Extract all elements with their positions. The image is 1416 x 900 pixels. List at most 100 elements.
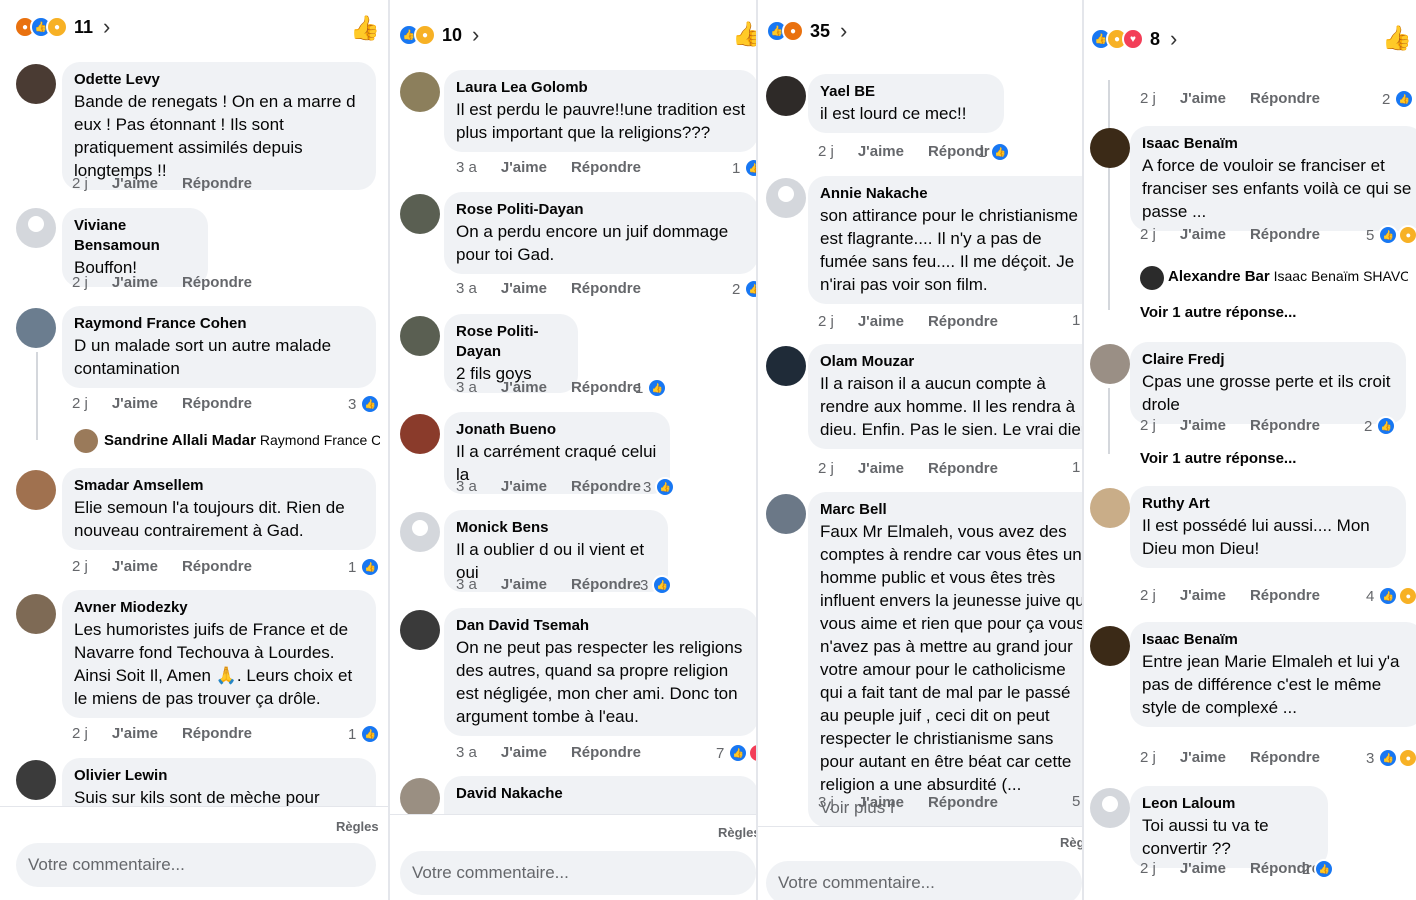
- like-link[interactable]: J'aime: [1180, 749, 1226, 766]
- comment-reactions[interactable]: 3 👍: [348, 394, 381, 414]
- comment-author[interactable]: Raymond France Cohen: [74, 314, 364, 334]
- like-link[interactable]: J'aime: [112, 175, 158, 192]
- comment-author[interactable]: Laura Lea Golomb: [456, 78, 746, 98]
- comment-time[interactable]: 3 a: [456, 478, 477, 495]
- reply-link[interactable]: Répondre: [182, 175, 252, 192]
- comment-author[interactable]: Odette Levy: [74, 70, 364, 90]
- reply-link[interactable]: Répondre: [928, 313, 998, 330]
- comment-author[interactable]: Viviane Bensamoun: [74, 216, 196, 256]
- comment-author[interactable]: Smadar Amsellem: [74, 476, 364, 496]
- like-link[interactable]: J'aime: [1180, 90, 1226, 107]
- view-more-replies-link[interactable]: Voir 1 autre réponse...: [1140, 304, 1296, 321]
- comment-time[interactable]: 2 j: [72, 395, 88, 412]
- reply-link[interactable]: Répondre: [928, 794, 998, 811]
- comment-reactions[interactable]: 3 👍: [640, 575, 673, 595]
- like-link[interactable]: J'aime: [501, 159, 547, 176]
- like-link[interactable]: J'aime: [501, 379, 547, 396]
- avatar[interactable]: [16, 308, 56, 348]
- avatar[interactable]: [16, 470, 56, 510]
- comment-reactions[interactable]: 1: [1072, 312, 1080, 329]
- comment-time[interactable]: 2 j: [1140, 226, 1156, 243]
- avatar[interactable]: [16, 208, 56, 248]
- thumbs-up-icon[interactable]: 👍: [350, 14, 380, 43]
- avatar[interactable]: [16, 594, 56, 634]
- comment-author[interactable]: Leon Laloum: [1142, 794, 1316, 814]
- comment-reactions[interactable]: 2 👍: [1364, 416, 1397, 436]
- avatar[interactable]: [1090, 788, 1130, 828]
- like-link[interactable]: J'aime: [1180, 226, 1226, 243]
- comment-reactions[interactable]: 4 👍 ●: [1366, 586, 1416, 606]
- like-link[interactable]: J'aime: [112, 274, 158, 291]
- comment-author[interactable]: Monick Bens: [456, 518, 656, 538]
- view-more-replies-link[interactable]: Voir 1 autre réponse...: [1140, 450, 1296, 467]
- avatar[interactable]: [400, 316, 440, 356]
- reply-link[interactable]: Répondre: [571, 744, 641, 761]
- comment-time[interactable]: 2 j: [818, 313, 834, 330]
- comment-time[interactable]: 3 a: [456, 744, 477, 761]
- reply-author[interactable]: Alexandre Bar: [1168, 268, 1270, 285]
- comment-reactions[interactable]: 5 👍 ●: [1366, 225, 1416, 245]
- comment-author[interactable]: Claire Fredj: [1142, 350, 1394, 370]
- rules-link[interactable]: Règles: [718, 825, 756, 840]
- reply-link[interactable]: Répondre: [571, 379, 641, 396]
- comment-author[interactable]: Isaac Benaïm: [1142, 134, 1412, 154]
- comment-reactions[interactable]: 2 👍: [1302, 859, 1335, 879]
- reply-link[interactable]: Répondre: [1250, 587, 1320, 604]
- comment-time[interactable]: 2 j: [72, 274, 88, 291]
- comment-author[interactable]: Rose Politi-Dayan: [456, 200, 746, 220]
- comment-time[interactable]: 3 a: [456, 159, 477, 176]
- chevron-right-icon[interactable]: ›: [472, 22, 479, 48]
- rules-link[interactable]: Règl: [1060, 835, 1082, 850]
- like-link[interactable]: J'aime: [112, 395, 158, 412]
- comment-input[interactable]: Votre commentaire...: [766, 861, 1082, 900]
- reply-link[interactable]: Répondre: [1250, 226, 1320, 243]
- comment-time[interactable]: 3 a: [456, 379, 477, 396]
- comment-reactions[interactable]: 7 👍 ♥: [716, 743, 756, 763]
- comment-time[interactable]: 2 j: [818, 460, 834, 477]
- chevron-right-icon[interactable]: ›: [840, 18, 847, 44]
- reactions-summary[interactable]: 👍 ● 35 ›: [766, 18, 847, 44]
- comment-reactions[interactable]: 1 👍: [348, 724, 381, 744]
- comment-author[interactable]: Ruthy Art: [1142, 494, 1394, 514]
- comment-author[interactable]: Avner Miodezky: [74, 598, 364, 618]
- comment-author[interactable]: Annie Nakache: [820, 184, 1082, 204]
- chevron-right-icon[interactable]: ›: [103, 14, 110, 40]
- rules-link[interactable]: Règles: [336, 819, 379, 834]
- avatar[interactable]: [400, 778, 440, 818]
- avatar[interactable]: [766, 178, 806, 218]
- reply-link[interactable]: Répondre: [182, 274, 252, 291]
- reply-link[interactable]: Répondre: [1250, 90, 1320, 107]
- comment-author[interactable]: Jonath Bueno: [456, 420, 658, 440]
- reply-preview[interactable]: Sandrine Allali Madar Raymond France Coh…: [104, 432, 380, 449]
- avatar[interactable]: [1090, 344, 1130, 384]
- comment-reactions[interactable]: 1 👍: [978, 142, 1011, 162]
- comment-reactions[interactable]: 1 👍: [732, 158, 756, 178]
- like-link[interactable]: J'aime: [1180, 860, 1226, 877]
- comment-reactions[interactable]: 2 👍: [1382, 89, 1415, 109]
- comment-reactions[interactable]: 1 👍: [348, 557, 381, 577]
- comment-reactions[interactable]: 2 👍: [732, 279, 756, 299]
- comment-author[interactable]: Marc Bell: [820, 500, 1082, 520]
- thumbs-up-icon[interactable]: 👍: [1382, 24, 1412, 53]
- comment-time[interactable]: 2 j: [1140, 90, 1156, 107]
- comment-reactions[interactable]: 3 👍 ●: [1366, 748, 1416, 768]
- avatar[interactable]: [1140, 266, 1164, 290]
- like-link[interactable]: J'aime: [501, 576, 547, 593]
- avatar[interactable]: [400, 72, 440, 112]
- reply-preview[interactable]: Alexandre Bar Isaac Benaïm SHAVOUA TOV..…: [1168, 268, 1408, 285]
- reactions-summary[interactable]: ● 👍 ● 11 ›: [14, 14, 110, 40]
- reply-link[interactable]: Répondre: [1250, 417, 1320, 434]
- comment-input[interactable]: Votre commentaire...: [400, 851, 756, 895]
- comment-input[interactable]: Votre commentaire...: [16, 843, 376, 887]
- comment-reactions[interactable]: 3 👍: [643, 477, 676, 497]
- comment-author[interactable]: Dan David Tsemah: [456, 616, 746, 636]
- comment-time[interactable]: 2 j: [1140, 587, 1156, 604]
- like-link[interactable]: J'aime: [1180, 587, 1226, 604]
- avatar[interactable]: [1090, 488, 1130, 528]
- like-link[interactable]: J'aime: [858, 460, 904, 477]
- like-link[interactable]: J'aime: [501, 744, 547, 761]
- avatar[interactable]: [1090, 128, 1130, 168]
- comment-author[interactable]: David Nakache: [456, 784, 746, 804]
- comment-time[interactable]: 2 j: [1140, 749, 1156, 766]
- avatar[interactable]: [400, 194, 440, 234]
